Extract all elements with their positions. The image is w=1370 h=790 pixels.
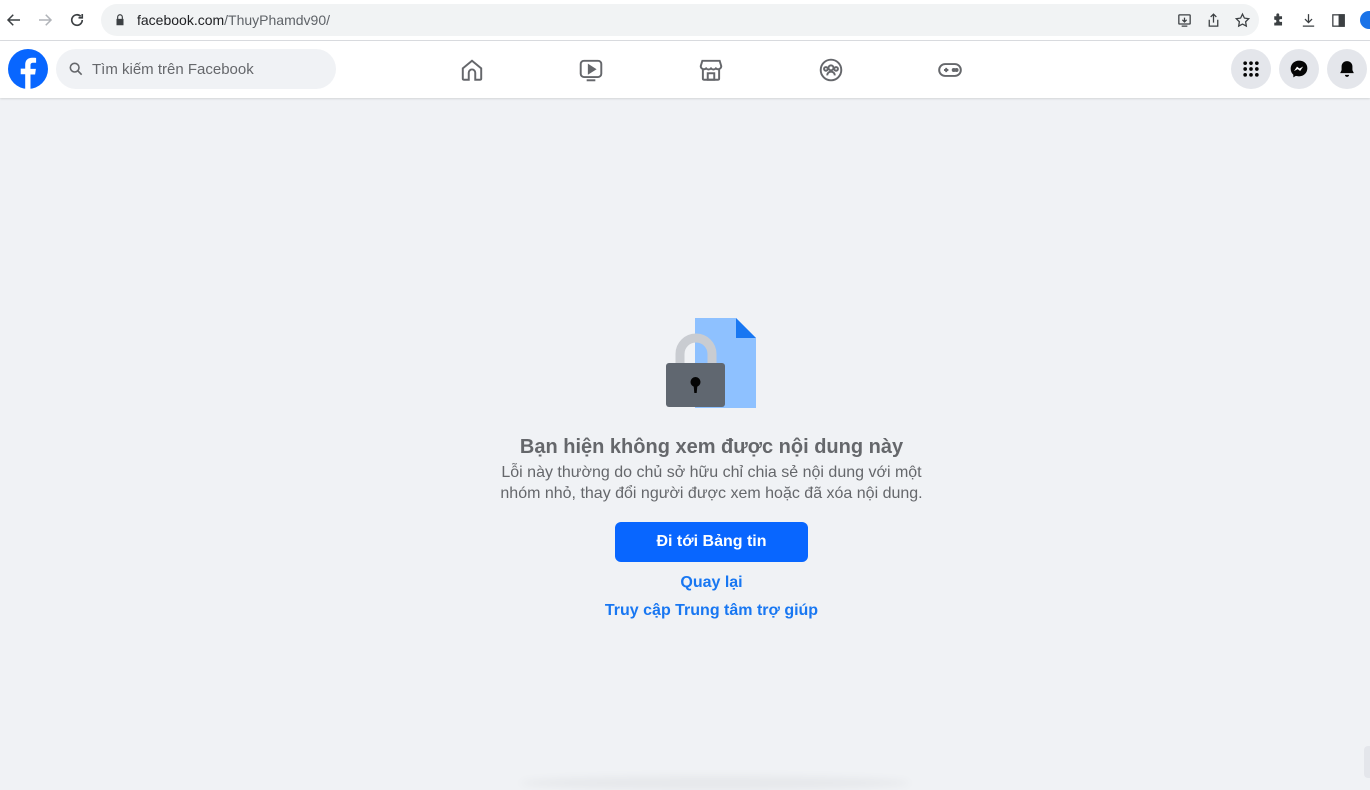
- tab-groups[interactable]: [811, 50, 851, 90]
- messenger-icon: [1290, 60, 1308, 78]
- url-path: /ThuyPhamdv90/: [224, 12, 331, 28]
- arrow-right-icon: [39, 14, 53, 26]
- watch-icon: [579, 59, 603, 82]
- tab-marketplace[interactable]: [691, 50, 731, 90]
- downloads-icon[interactable]: [1300, 12, 1317, 29]
- lock-icon: [116, 14, 124, 26]
- messenger-button[interactable]: [1279, 49, 1319, 89]
- extension-area: [1270, 0, 1347, 41]
- search-icon: [69, 62, 83, 76]
- install-app-icon[interactable]: [1176, 12, 1193, 29]
- forward-button[interactable]: [31, 6, 59, 34]
- menu-button[interactable]: [1231, 49, 1271, 89]
- tab-home[interactable]: [452, 50, 492, 90]
- go-to-feed-button[interactable]: Đi tới Bảng tin: [615, 522, 808, 562]
- reload-button[interactable]: [63, 6, 91, 34]
- arrow-left-icon: [6, 14, 20, 26]
- groups-icon: [819, 58, 843, 82]
- omnibox-actions: [1176, 4, 1251, 36]
- address-bar[interactable]: facebook.com/ThuyPhamdv90/: [101, 4, 1259, 36]
- facebook-header: [0, 41, 1370, 98]
- tab-gaming[interactable]: [930, 50, 970, 90]
- url-host: facebook.com: [137, 12, 225, 28]
- gaming-icon: [938, 63, 962, 77]
- browser-toolbar: facebook.com/ThuyPhamdv90/: [0, 0, 1370, 41]
- content-unavailable-panel: Bạn hiện không xem được nội dung này Lỗi…: [0, 98, 1370, 790]
- tab-watch[interactable]: [571, 50, 611, 90]
- page-title: Bạn hiện không xem được nội dung này: [519, 436, 904, 458]
- reload-icon: [70, 13, 84, 27]
- bookmark-star-icon[interactable]: [1234, 12, 1251, 29]
- scrollbar-handle[interactable]: [1364, 746, 1370, 778]
- bottom-shadow: [520, 776, 910, 790]
- home-icon: [461, 59, 483, 81]
- back-button[interactable]: [0, 6, 28, 34]
- notifications-icon: [1340, 61, 1354, 77]
- search-box[interactable]: [56, 49, 336, 89]
- notifications-button[interactable]: [1327, 49, 1367, 89]
- locked-document-icon: [666, 318, 756, 408]
- error-description: Lỗi này thường do chủ sở hữu chỉ chia sẻ…: [500, 464, 923, 502]
- profile-avatar[interactable]: [1360, 11, 1370, 29]
- extensions-puzzle-icon[interactable]: [1270, 12, 1287, 29]
- help-center-link[interactable]: Truy cập Trung tâm trợ giúp: [0, 602, 1370, 620]
- facebook-logo-icon[interactable]: [8, 49, 48, 89]
- back-link[interactable]: Quay lại: [0, 574, 1370, 592]
- share-icon[interactable]: [1205, 12, 1222, 29]
- side-panel-icon[interactable]: [1330, 12, 1347, 29]
- search-input[interactable]: [92, 60, 312, 78]
- url-text: facebook.com/ThuyPhamdv90/: [137, 12, 330, 28]
- menu-grid-icon: [1243, 61, 1259, 77]
- marketplace-icon: [699, 59, 723, 81]
